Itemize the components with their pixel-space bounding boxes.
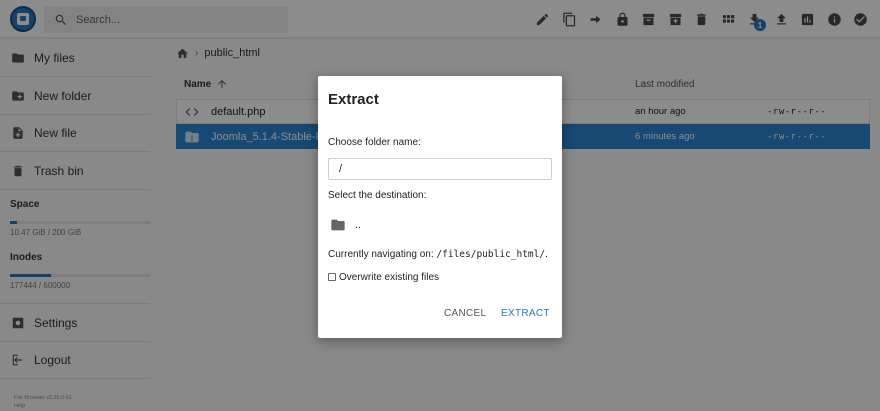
navigating-label: Currently navigating on: — [328, 249, 434, 260]
cancel-button[interactable]: CANCEL — [444, 304, 486, 322]
navigating-path: /files/public_html/ — [436, 249, 546, 260]
destination-label: Select the destination: — [328, 190, 427, 201]
destination-parent-item[interactable]: .. — [330, 217, 361, 233]
overwrite-label: Overwrite existing files — [339, 271, 440, 283]
folder-name-label: Choose folder name: — [328, 137, 421, 148]
navigating-suffix: . — [545, 249, 548, 260]
dialog-title: Extract — [328, 91, 379, 108]
extract-button[interactable]: EXTRACT — [501, 304, 550, 322]
extract-dialog: Extract Choose folder name: Select the d… — [318, 76, 562, 338]
folder-name-input[interactable] — [328, 158, 552, 180]
folder-icon — [331, 219, 345, 231]
destination-item-label: .. — [355, 219, 362, 231]
overwrite-checkbox[interactable] — [328, 273, 336, 281]
overwrite-option: Overwrite existing files — [328, 270, 439, 284]
current-path-line: Currently navigating on: /files/public_h… — [328, 249, 548, 260]
